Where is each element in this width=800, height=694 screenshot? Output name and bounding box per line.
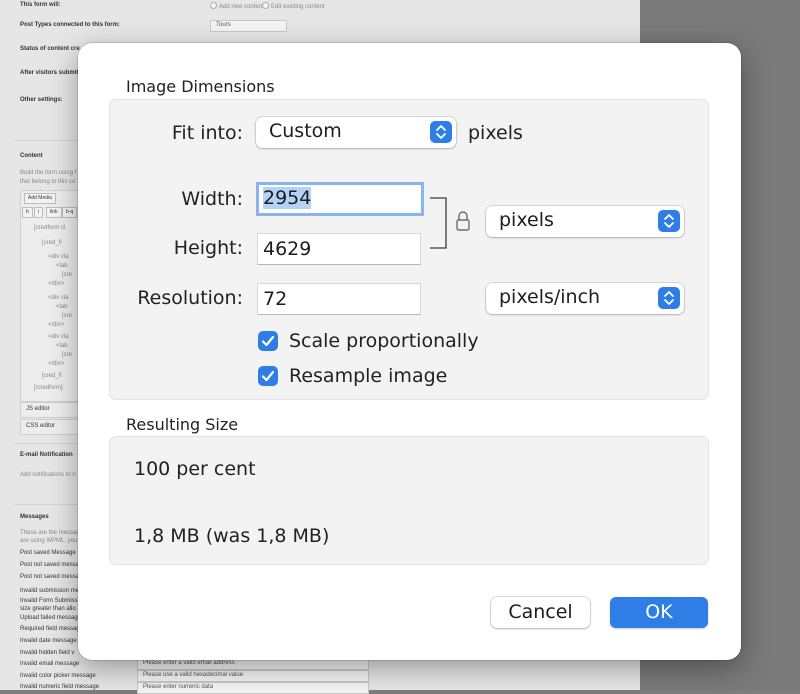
percent-text: 100 per cent: [134, 458, 256, 480]
bg-css-editor-label: CSS editor: [26, 423, 56, 429]
resolution-unit-popup[interactable]: pixels/inch: [486, 283, 684, 314]
resolution-value: 72: [263, 288, 288, 310]
bg-message-label: Invalid submission me: [20, 588, 80, 594]
bg-message-label: Invalid numeric field message: [20, 684, 100, 690]
bg-radio-edit-existing: Edit existing content: [262, 2, 325, 10]
size-unit-value: pixels: [499, 209, 554, 231]
bg-message-label: Post not saved messa: [20, 562, 80, 568]
size-unit-popup[interactable]: pixels: [486, 206, 684, 237]
height-label: Height:: [173, 237, 243, 259]
bg-code-line: <div cla: [48, 254, 69, 260]
resolution-field[interactable]: 72: [257, 283, 421, 315]
bg-code-line: </div>: [48, 361, 65, 367]
bg-message-label: Post not saved messa: [20, 574, 80, 580]
ok-button[interactable]: OK: [610, 597, 708, 628]
scale-proportionally-checkbox[interactable]: [258, 331, 278, 351]
bg-content-desc-2: that belong to this co: [20, 179, 76, 185]
bg-status-label: Status of content cre: [20, 46, 80, 52]
bg-email-heading: E-mail Notification: [20, 452, 73, 458]
fit-into-label: Fit into:: [171, 122, 243, 144]
height-value: 4629: [263, 238, 312, 260]
bg-message-label: Invalid date message: [20, 638, 77, 644]
bg-js-editor-label: JS editor: [26, 406, 50, 412]
image-dimensions-dialog: Image Dimensions Fit into: Custom pixels…: [78, 43, 741, 660]
bg-message-label: Invalid hidden field v: [20, 650, 75, 656]
bg-code-line: [cre: [62, 313, 73, 319]
scale-proportionally-label[interactable]: Scale proportionally: [289, 330, 479, 352]
bg-content-heading: Content: [20, 153, 43, 159]
bg-message-value: Please enter numeric data: [137, 682, 369, 694]
bg-post-types-select: Tours: [210, 20, 287, 32]
resample-image-checkbox[interactable]: [258, 366, 278, 386]
bg-other-settings-label: Other settings:: [20, 97, 63, 103]
bg-post-types-label: Post Types connected to this form:: [20, 22, 120, 28]
bg-form-will-label: This form will:: [20, 2, 61, 8]
bg-code-line: [/credform]: [34, 385, 63, 391]
bg-message-label: Upload failed messag: [20, 615, 78, 621]
bg-add-media-button: Add Media: [24, 193, 56, 204]
width-label: Width:: [181, 188, 243, 210]
checkmark-icon: [261, 370, 275, 382]
bg-toolbar-b: b: [22, 207, 33, 218]
bg-code-line: </div>: [48, 322, 65, 328]
resulting-size-group: 100 per cent 1,8 MB (was 1,8 MB): [109, 436, 709, 565]
bg-code-line: [cre: [62, 352, 73, 358]
bg-code-line: <lab: [56, 343, 68, 349]
bg-code-line: <div cla: [48, 334, 69, 340]
bg-toolbar-i: i: [34, 207, 44, 218]
image-dimensions-group: Fit into: Custom pixels Width: 2954 Heig…: [109, 99, 709, 400]
bg-email-desc: Add notifications to n: [20, 472, 76, 478]
fit-into-popup[interactable]: Custom: [256, 117, 456, 148]
bg-radio-add-new: Add new content: [210, 2, 264, 10]
resolution-label: Resolution:: [137, 287, 243, 309]
bg-message-label: size greater than allo: [20, 606, 76, 612]
bg-messages-heading: Messages: [20, 514, 49, 520]
bg-message-label: Invalid email message: [20, 661, 80, 667]
resolution-unit-stepper-icon: [658, 287, 680, 309]
width-value: 2954: [263, 187, 312, 209]
width-field[interactable]: 2954: [256, 182, 424, 216]
bg-code-line: <lab: [56, 304, 68, 310]
bg-messages-desc: These are the messag: [20, 530, 80, 536]
bg-content-desc: Build the form using f: [20, 170, 77, 176]
bg-message-label: Required field messag: [20, 626, 80, 632]
bg-toolbar-link: link: [46, 207, 62, 218]
resulting-size-title: Resulting Size: [126, 415, 239, 434]
file-size-text: 1,8 MB (was 1,8 MB): [134, 525, 330, 547]
bg-code-line: <div cla: [48, 295, 69, 301]
bg-message-label: Post saved Message: [20, 550, 76, 556]
bg-code-line: </div>: [48, 281, 65, 287]
height-field[interactable]: 4629: [257, 233, 421, 265]
bg-messages-desc-2: are using WPML, you: [20, 538, 78, 544]
cancel-button[interactable]: Cancel: [491, 597, 590, 628]
fit-into-suffix: pixels: [468, 122, 523, 144]
resolution-unit-value: pixels/inch: [499, 286, 601, 308]
bg-toolbar-bq: b-q: [62, 207, 78, 218]
bg-code-line: [cred_fi: [42, 373, 62, 379]
bg-code-line: [cre: [62, 272, 73, 278]
bg-message-label: Invalid color picker message: [20, 673, 96, 679]
bg-after-submit-label: After visitors submit: [20, 70, 79, 76]
bg-code-line: <lab: [56, 263, 68, 269]
bg-code-line: [credform cl: [34, 225, 66, 231]
image-dimensions-title: Image Dimensions: [126, 77, 275, 96]
size-unit-stepper-icon: [658, 210, 680, 232]
bg-message-value: Please use a valid hexadecimal value: [137, 670, 369, 682]
bg-code-line: [cred_fi: [42, 240, 62, 246]
checkmark-icon: [261, 335, 275, 347]
lock-icon[interactable]: [455, 210, 471, 232]
fit-into-stepper-icon: [430, 121, 452, 143]
bg-message-label: Invalid Form Submissi: [20, 598, 80, 604]
resample-image-label[interactable]: Resample image: [289, 365, 447, 387]
fit-into-value: Custom: [269, 120, 342, 142]
